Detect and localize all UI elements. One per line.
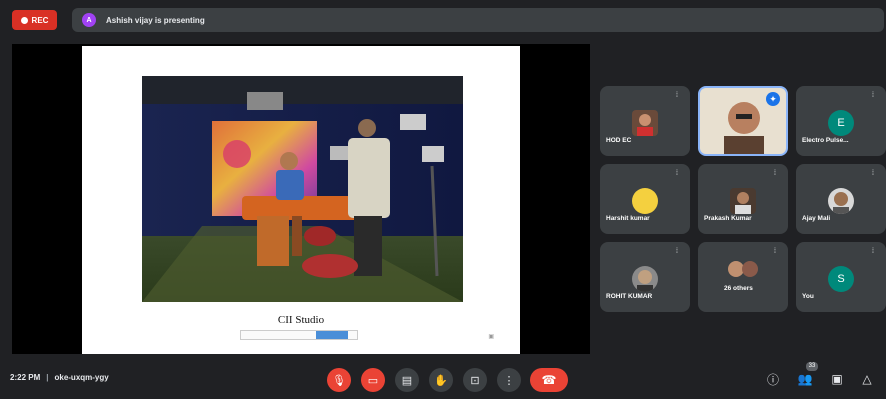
mic-off-icon: ⁞ [872,170,874,177]
people-icon: 👥 [797,372,813,386]
mic-off-icon: ⁞ [774,170,776,177]
participant-tile[interactable]: ⁞ Harshit kumar [600,164,690,234]
speaker-video [716,94,772,154]
people-count-badge: 33 [806,362,818,371]
participant-tile[interactable]: ⁞ Prakash Kumar [698,164,788,234]
studio-photo [142,76,463,302]
mic-off-icon: ⁞ [676,92,678,99]
self-tile[interactable]: ⁞ S You [796,242,886,312]
meeting-info: 2:22 PM | oke-uxqm-ygy [10,373,109,382]
mic-off-icon: 🎙 [332,374,346,387]
participant-name: 26 others [724,285,753,292]
participant-tile[interactable]: ⁞ E Electro Pulse... [796,86,886,156]
present-screen-icon: ⊡ [470,374,480,387]
bottom-bar: 2:22 PM | oke-uxqm-ygy 🎙 ▭ ▤ ✋ ⊡ ⋮ ☎ ⓘ 👥 ▣… [0,360,886,399]
raise-hand-button[interactable]: ✋ [429,368,453,392]
participant-avatar: S [828,266,854,292]
participant-tile[interactable]: ⁞ Ajay Mali [796,164,886,234]
participant-photo [730,188,756,214]
participant-name: You [802,293,814,300]
chat-button[interactable]: ▣ [828,370,846,388]
mic-off-icon: ⁞ [676,248,678,255]
participant-photo [632,266,658,292]
end-call-button[interactable]: ☎ [530,368,568,392]
presentation-stage: CII Studio ▣ [12,44,590,354]
slide-logo-icon: ▣ [488,334,494,340]
participant-name: HOD EC [606,137,632,144]
meeting-details-button[interactable]: ⓘ [764,370,782,388]
present-button[interactable]: ⊡ [463,368,487,392]
participant-name: ROHIT KUMAR [606,293,653,300]
info-icon: ⓘ [766,372,779,387]
mic-off-icon: ⁞ [676,170,678,177]
speaking-indicator-icon: ✦ [766,92,780,106]
active-speaker-tile[interactable]: ✦ [698,86,788,156]
participant-photo [632,110,658,136]
record-dot-icon [20,16,28,24]
participant-avatar: E [828,110,854,136]
participant-name: Prakash Kumar [704,215,752,222]
presenting-banner[interactable]: A Ashish vijay is presenting [72,8,884,32]
top-bar: REC A Ashish vijay is presenting [0,0,886,40]
activities-button[interactable]: △ [858,370,876,388]
activities-icon: △ [862,372,872,386]
camera-off-icon: ▭ [367,374,379,387]
clock-time: 2:22 PM [10,373,41,382]
participant-tile[interactable]: ⁞ ROHIT KUMAR [600,242,690,312]
captions-button[interactable]: ▤ [395,368,419,392]
participant-tile[interactable]: ⁞ HOD EC [600,86,690,156]
meeting-code[interactable]: oke-uxqm-ygy [54,373,108,382]
chat-icon: ▣ [831,372,843,386]
participant-name: Electro Pulse... [802,137,849,144]
end-call-icon: ☎ [541,373,557,387]
mic-off-icon: ⁞ [872,248,874,255]
more-options-button[interactable]: ⋮ [497,368,521,392]
slide-button [316,331,348,339]
raise-hand-icon: ✋ [434,374,448,387]
more-options-icon: ⋮ [503,374,515,387]
mic-toggle-button[interactable]: 🎙 [327,368,351,392]
presentation-slide: CII Studio ▣ [82,46,520,354]
presenter-avatar: A [82,13,96,27]
recording-badge: REC [12,10,57,30]
others-tile[interactable]: ⁞ 26 others [698,242,788,312]
presenting-text: Ashish vijay is presenting [106,15,205,25]
mic-off-icon: ⁞ [774,248,776,255]
mic-off-icon: ⁞ [872,92,874,99]
rec-label: REC [31,15,49,25]
participant-photo [828,188,854,214]
participant-name: Harshit kumar [606,215,650,222]
group-avatars [726,260,762,278]
slide-caption: CII Studio [277,314,325,326]
participant-avatar [632,188,658,214]
camera-toggle-button[interactable]: ▭ [361,368,385,392]
participant-name: Ajay Mali [802,215,831,222]
people-button[interactable]: 👥 [796,370,814,388]
captions-icon: ▤ [401,374,413,387]
